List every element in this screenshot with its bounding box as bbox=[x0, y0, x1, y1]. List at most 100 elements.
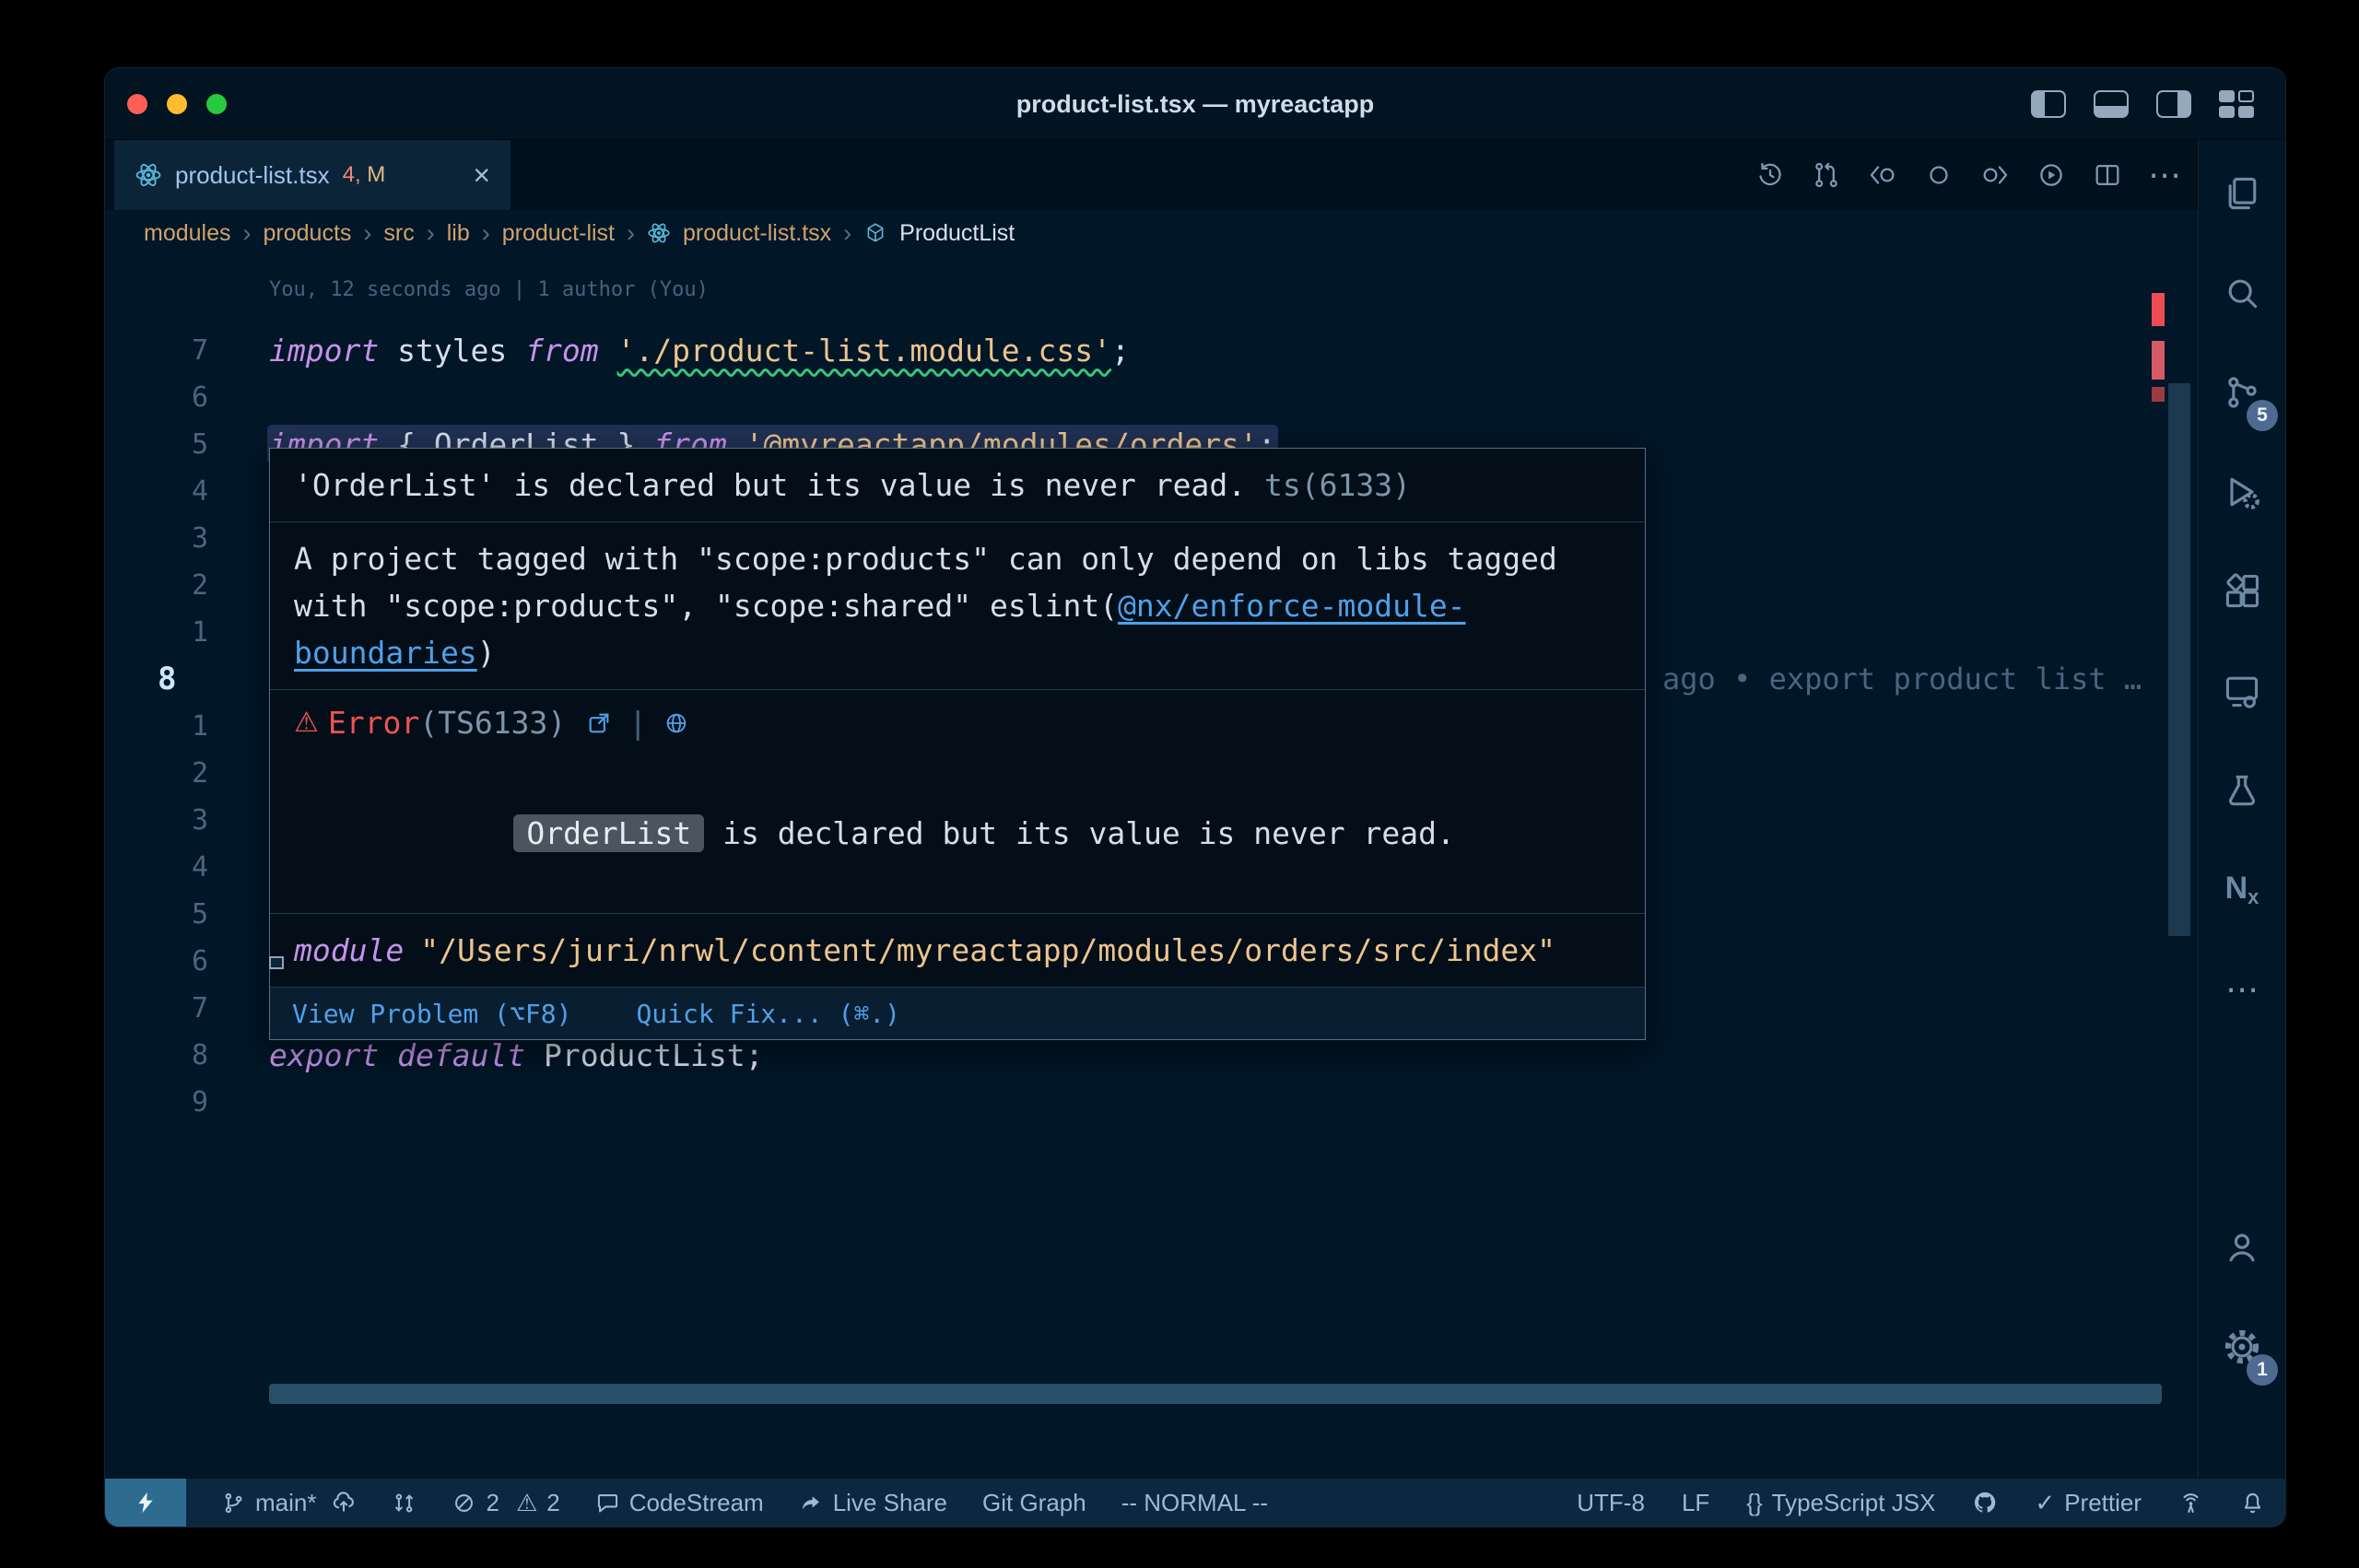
radio-tower-icon bbox=[2178, 1491, 2203, 1515]
settings-button[interactable]: 1 bbox=[2199, 1293, 2285, 1400]
vertical-scrollbar[interactable] bbox=[2168, 383, 2190, 936]
beaker-icon bbox=[2222, 770, 2262, 811]
breadcrumb-item-symbol[interactable]: ProductList bbox=[899, 220, 1015, 247]
line-number: 2 bbox=[105, 562, 208, 609]
toggle-sidebar-icon[interactable] bbox=[2031, 90, 2066, 118]
sidebar-item-search[interactable] bbox=[2199, 240, 2285, 346]
breadcrumb-item-src[interactable]: src bbox=[383, 220, 414, 247]
vim-mode-label: -- NORMAL -- bbox=[1121, 1479, 1268, 1527]
compare-changes-button[interactable] bbox=[392, 1491, 417, 1515]
eol-indicator[interactable]: LF bbox=[1682, 1489, 1709, 1517]
sidebar-item-source-control[interactable]: 5 bbox=[2199, 339, 2285, 446]
line-number: 4 bbox=[105, 468, 208, 515]
close-window-button[interactable] bbox=[127, 94, 147, 114]
chevron-right-icon: › bbox=[427, 219, 435, 248]
bell-icon bbox=[2240, 1491, 2265, 1515]
more-actions-icon[interactable]: ⋯ bbox=[2148, 158, 2181, 192]
previous-change-icon[interactable] bbox=[1867, 159, 1898, 191]
open-external-icon[interactable] bbox=[586, 710, 612, 736]
vscode-window: product-list.tsx — myreactapp product-li… bbox=[104, 67, 2286, 1527]
zoom-window-button[interactable] bbox=[206, 94, 227, 114]
sidebar-item-testing[interactable] bbox=[2199, 737, 2285, 844]
git-graph-label: Git Graph bbox=[982, 1479, 1086, 1527]
language-mode-indicator[interactable]: {} TypeScript JSX bbox=[1746, 1489, 1935, 1517]
code-line-row: 7 import styles from './product-list.mod… bbox=[105, 327, 2170, 374]
sidebar-item-run-debug[interactable] bbox=[2199, 439, 2285, 545]
eol-label: LF bbox=[1682, 1489, 1709, 1517]
sidebar-item-remote-explorer[interactable] bbox=[2199, 638, 2285, 744]
remote-indicator[interactable] bbox=[105, 1479, 186, 1527]
line-number: 3 bbox=[105, 515, 208, 562]
current-line-number: 8 bbox=[105, 656, 208, 703]
line-number: 9 bbox=[105, 1079, 208, 1126]
encoding-label: UTF-8 bbox=[1577, 1489, 1645, 1517]
chevron-right-icon: › bbox=[627, 219, 635, 248]
warning-triangle-icon: ⚠ bbox=[294, 703, 319, 743]
breadcrumb-item-lib[interactable]: lib bbox=[447, 220, 470, 247]
sidebar-item-extensions[interactable] bbox=[2199, 538, 2285, 645]
breadcrumb-item-products[interactable]: products bbox=[264, 220, 352, 247]
globe-icon[interactable] bbox=[663, 710, 689, 736]
sidebar-item-nx-console[interactable]: Nx bbox=[2199, 837, 2285, 943]
react-icon bbox=[647, 221, 671, 245]
view-problem-button[interactable]: View Problem (⌥F8) bbox=[292, 990, 571, 1037]
line-number: 6 bbox=[105, 374, 208, 421]
share-arrow-icon bbox=[799, 1491, 824, 1515]
eslint-diagnostic-row: A project tagged with "scope:products" c… bbox=[270, 522, 1645, 690]
diagnostic-hover-popup: 'OrderList' is declared but its value is… bbox=[269, 448, 1646, 1040]
nx-console-icon: Nx bbox=[2225, 871, 2259, 909]
vim-mode-indicator[interactable]: -- NORMAL -- bbox=[1121, 1479, 1268, 1527]
breadcrumb-item-file[interactable]: product-list.tsx bbox=[683, 220, 831, 247]
prettier-indicator[interactable]: ✓ Prettier bbox=[2035, 1489, 2142, 1517]
remote-explorer-icon bbox=[2222, 671, 2262, 711]
notifications-button[interactable] bbox=[2240, 1491, 2265, 1515]
breadcrumb-item-product-list[interactable]: product-list bbox=[502, 220, 615, 247]
problems-indicator[interactable]: 2 ⚠ 2 bbox=[452, 1479, 559, 1527]
chevron-right-icon: › bbox=[482, 219, 490, 248]
feedback-button[interactable] bbox=[2178, 1491, 2203, 1515]
git-branch-indicator[interactable]: main* bbox=[221, 1479, 357, 1527]
next-change-icon[interactable] bbox=[1979, 159, 2011, 191]
breadcrumb-item-modules[interactable]: modules bbox=[144, 220, 231, 247]
sidebar-item-explorer[interactable] bbox=[2199, 140, 2285, 247]
tab-close-icon[interactable]: × bbox=[473, 160, 490, 190]
warning-count: 2 bbox=[546, 1479, 559, 1527]
remote-lightning-icon bbox=[133, 1490, 158, 1515]
minimize-window-button[interactable] bbox=[167, 94, 187, 114]
open-changes-icon[interactable] bbox=[1923, 159, 1954, 191]
split-editor-icon[interactable] bbox=[2092, 159, 2123, 191]
live-share-button[interactable]: Live Share bbox=[799, 1479, 947, 1527]
symbol-chip: OrderList bbox=[513, 814, 704, 852]
git-graph-button[interactable]: Git Graph bbox=[982, 1479, 1086, 1527]
customize-layout-icon[interactable] bbox=[2219, 90, 2254, 118]
tab-product-list[interactable]: product-list.tsx 4, M × bbox=[114, 140, 511, 210]
eslint-source-suffix: ) bbox=[477, 635, 496, 671]
toggle-panel-icon[interactable] bbox=[2094, 90, 2129, 118]
codelens-blame[interactable]: You, 12 seconds ago | 1 author (You) bbox=[269, 278, 709, 301]
encoding-indicator[interactable]: UTF-8 bbox=[1577, 1489, 1645, 1517]
account-button[interactable] bbox=[2199, 1194, 2285, 1301]
chevron-right-icon: › bbox=[363, 219, 371, 248]
code-editor[interactable]: You, 12 seconds ago | 1 author (You) 7 i… bbox=[105, 256, 2198, 1478]
overview-ruler-error-mark bbox=[2152, 341, 2165, 380]
check-icon: ✓ bbox=[2035, 1489, 2055, 1517]
activity-bar: 5 Nx ⋯ 1 bbox=[2198, 140, 2285, 1478]
more-views-icon: ⋯ bbox=[2225, 973, 2259, 1006]
popup-resize-handle[interactable] bbox=[269, 956, 284, 969]
code-line-row: 9 bbox=[105, 1079, 2170, 1126]
scm-badge: 5 bbox=[2247, 400, 2278, 431]
code-line[interactable]: import styles from './product-list.modul… bbox=[269, 327, 1130, 374]
quick-fix-button[interactable]: Quick Fix... (⌘.) bbox=[636, 990, 900, 1037]
timeline-icon[interactable] bbox=[1755, 159, 1786, 191]
horizontal-scrollbar[interactable] bbox=[269, 1384, 2162, 1404]
github-button[interactable] bbox=[1972, 1490, 1998, 1515]
error-count: 2 bbox=[486, 1479, 499, 1527]
eslint-source-prefix: eslint( bbox=[990, 588, 1118, 624]
run-file-icon[interactable] bbox=[2036, 159, 2067, 191]
sidebar-item-more[interactable]: ⋯ bbox=[2199, 936, 2285, 1043]
line-number: 1 bbox=[105, 609, 208, 656]
pull-request-icon[interactable] bbox=[1811, 159, 1842, 191]
codestream-button[interactable]: CodeStream bbox=[595, 1479, 764, 1527]
toggle-secondary-sidebar-icon[interactable] bbox=[2156, 90, 2191, 118]
symbol-cube-icon bbox=[863, 221, 887, 245]
